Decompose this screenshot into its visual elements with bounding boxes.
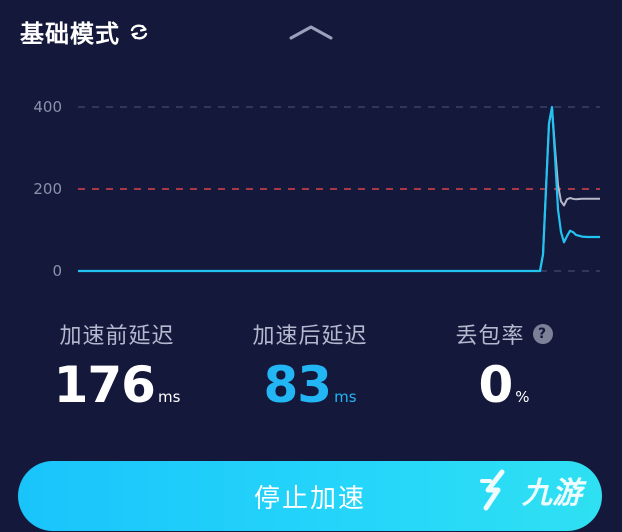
mode-header[interactable]: 基础模式 <box>20 14 150 49</box>
latency-before-line <box>78 106 600 272</box>
stat-before-unit: ms <box>157 388 181 406</box>
stat-loss-label: 丢包率 <box>455 324 525 349</box>
help-icon[interactable]: ? <box>532 324 553 344</box>
stat-loss-label-row: 丢包率 ? <box>455 318 553 350</box>
stat-after: 加速后延迟 83 ms <box>210 318 410 414</box>
mode-title: 基础模式 <box>20 20 120 48</box>
latency-stats: 加速前延迟 176 ms 加速后延迟 83 ms 丢包率 ? 0% <box>0 318 622 418</box>
watermark-text: 九游 <box>522 476 582 511</box>
stat-before-label: 加速前延迟 <box>59 324 175 349</box>
stat-before-value: 176 <box>53 356 156 414</box>
y-tick-label: 0 <box>52 262 62 280</box>
accelerator-panel: 基础模式 400 200 0 加速前延迟 176 ms 加速后延迟 83 ms … <box>0 0 622 532</box>
latency-chart-svg: 400 200 0 <box>33 98 600 280</box>
y-tick-label: 200 <box>33 180 62 198</box>
stat-loss-value: 0 <box>478 356 513 414</box>
stat-after-value: 83 <box>263 356 332 414</box>
stat-loss-unit: % <box>515 388 530 406</box>
watermark-logo-icon <box>480 469 505 511</box>
collapse-chevron-icon[interactable] <box>288 22 334 42</box>
latency-chart: 400 200 0 <box>0 80 622 300</box>
switch-mode-icon[interactable] <box>128 21 150 43</box>
y-tick-label: 400 <box>33 98 62 116</box>
stat-loss: 丢包率 ? 0% <box>404 318 604 414</box>
stat-after-label: 加速后延迟 <box>252 324 368 349</box>
stat-after-unit: ms <box>334 388 357 406</box>
watermark: 九游 <box>476 468 582 512</box>
latency-after-line <box>78 105 600 273</box>
stat-before: 加速前延迟 176 ms <box>17 318 217 414</box>
